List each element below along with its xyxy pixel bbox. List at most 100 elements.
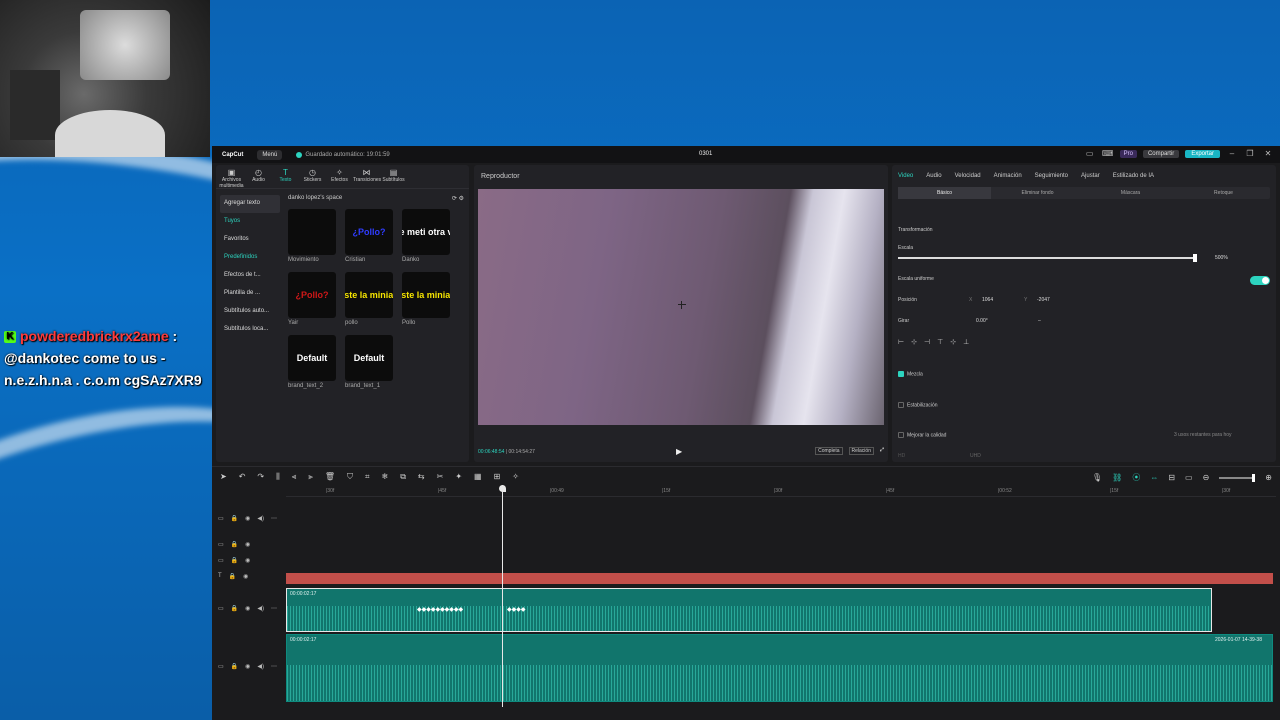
play-icon[interactable]: ▶: [676, 447, 682, 456]
reverse-icon[interactable]: ⇆: [418, 472, 425, 482]
mic-icon[interactable]: 🎙: [1092, 473, 1102, 482]
track-header[interactable]: ▭ 🔒 ◉ ◀) ⋯: [218, 663, 277, 670]
mirror-icon[interactable]: ⧉: [400, 472, 406, 482]
tab-tracking[interactable]: Seguimiento: [1035, 173, 1068, 179]
preset-item[interactable]: Default brand_text_1: [345, 335, 393, 392]
preset-item[interactable]: iste la miniat Pollo: [402, 272, 450, 329]
checkbox-icon[interactable]: [898, 371, 904, 377]
crop-icon[interactable]: ⌗: [365, 472, 370, 482]
tab-adjust[interactable]: Ajustar: [1081, 173, 1100, 179]
export-frame-icon[interactable]: ⊞: [494, 472, 501, 482]
tab-media[interactable]: ▣ Archivos multimedia: [218, 165, 245, 189]
blend-row[interactable]: Mezcla: [898, 371, 923, 377]
time-ruler[interactable]: |30f |45f |00:49 |15f |30f |45f |00:52 |…: [286, 487, 1276, 497]
nav-text-effects[interactable]: Efectos de t...: [220, 267, 280, 285]
layout-icon[interactable]: ▭: [1084, 149, 1096, 158]
export-button[interactable]: Exportar: [1185, 149, 1220, 158]
nav-templates[interactable]: Plantilla de ...: [220, 285, 280, 303]
split-right-icon[interactable]: ⫸: [308, 472, 313, 482]
align-right-icon[interactable]: ⊣: [924, 338, 930, 346]
fullscreen-icon[interactable]: ⤢: [880, 447, 884, 455]
uhd-option[interactable]: UHD: [970, 453, 981, 459]
space-selector[interactable]: danko lopez's space: [288, 195, 342, 209]
nav-favorites[interactable]: Favoritos: [220, 231, 280, 249]
nav-yours[interactable]: Tuyos: [220, 213, 280, 231]
stabilize-row[interactable]: Estabilización: [898, 402, 938, 408]
refresh-icon[interactable]: ⟳ ⚙: [452, 195, 464, 209]
subtab-mask[interactable]: Máscara: [1084, 187, 1177, 199]
tab-text[interactable]: T Texto: [272, 165, 299, 188]
tab-transitions[interactable]: ⋈ Transiciones: [353, 165, 381, 188]
checkbox-icon[interactable]: [898, 402, 904, 408]
tab-prop-audio[interactable]: Audio: [926, 173, 941, 179]
align-middle-icon[interactable]: ⊹: [950, 338, 956, 346]
preview-axis-icon[interactable]: ⇔: [1150, 473, 1158, 482]
ratio-button[interactable]: Relación: [848, 447, 874, 455]
tab-audio[interactable]: ◴ Audio: [245, 165, 272, 188]
menu-button[interactable]: Menú: [257, 149, 283, 160]
preset-item[interactable]: ¿Pollo? Cristian: [345, 209, 393, 266]
enhance-row[interactable]: Mejorar la calidad: [898, 432, 946, 438]
video-clip[interactable]: 00:00:02:17 ◆◆◆◆◆◆◆◆◆◆ ◆◆◆◆: [286, 588, 1212, 632]
tab-video[interactable]: Video: [898, 173, 913, 179]
zoom-slider[interactable]: [1219, 473, 1256, 482]
link-icon[interactable]: ⛓: [1112, 473, 1122, 482]
track-header[interactable]: ▭ 🔒 ◉: [218, 541, 250, 548]
frame-icon[interactable]: ▦: [474, 472, 482, 482]
position-y-input[interactable]: -2047: [1037, 297, 1050, 303]
text-clip[interactable]: [286, 573, 1273, 584]
split-view-icon[interactable]: ⊟: [1168, 473, 1175, 482]
smart-cut-icon[interactable]: ✂: [437, 472, 444, 482]
pro-button[interactable]: Pro: [1119, 149, 1137, 158]
tab-speed[interactable]: Velocidad: [955, 173, 981, 179]
nav-add-text[interactable]: Agregar texto: [220, 195, 280, 213]
scale-slider[interactable]: [898, 254, 1197, 262]
track-header[interactable]: ▭ 🔒 ◉ ◀) ⋯: [218, 515, 277, 522]
snap-icon[interactable]: ⦿: [1132, 472, 1140, 483]
tab-animation[interactable]: Animación: [994, 173, 1022, 179]
align-top-icon[interactable]: ⊤: [937, 338, 943, 346]
freeze-icon[interactable]: ❄: [382, 472, 389, 482]
track-header[interactable]: ▭ 🔒 ◉: [218, 557, 250, 564]
undo-icon[interactable]: ↶: [239, 472, 246, 482]
nav-auto-subtitles[interactable]: Subtítulos auto...: [220, 303, 280, 321]
keyframes[interactable]: ◆◆◆◆◆◆◆◆◆◆: [417, 606, 463, 613]
keyframes[interactable]: ◆◆◆◆: [507, 606, 525, 613]
playhead[interactable]: [499, 485, 506, 707]
close-icon[interactable]: ✕: [1262, 149, 1274, 158]
preset-item[interactable]: Default brand_text_2: [288, 335, 336, 392]
shortcuts-icon[interactable]: ⌨: [1102, 149, 1114, 158]
preset-item[interactable]: iste la miniat pollo: [345, 272, 393, 329]
full-quality-button[interactable]: Completa: [815, 447, 843, 455]
subtab-remove-bg[interactable]: Eliminar fondo: [991, 187, 1084, 199]
subtab-basic[interactable]: Básico: [898, 187, 991, 199]
select-tool-icon[interactable]: ➤: [220, 472, 227, 482]
caption-icon[interactable]: ▭: [1185, 473, 1193, 482]
minimize-icon[interactable]: –: [1226, 149, 1238, 158]
transform-header[interactable]: Transformación: [898, 227, 933, 233]
scale-knob[interactable]: [1193, 254, 1197, 262]
track-header[interactable]: ▭ 🔒 ◉ ◀) ⋯: [218, 605, 277, 612]
split-icon[interactable]: ⫼: [276, 472, 280, 482]
align-center-icon[interactable]: ⊹: [911, 338, 917, 346]
checkbox-icon[interactable]: [898, 432, 904, 438]
preset-item[interactable]: e meti otra v Danko: [402, 209, 450, 266]
align-left-icon[interactable]: ⊢: [898, 338, 904, 346]
shield-icon[interactable]: ⛉: [347, 472, 353, 482]
video-clip[interactable]: 00:00:02:17 2026-01-07 14-39-38: [286, 634, 1273, 702]
preset-item[interactable]: ¿Pollo? Yair: [288, 272, 336, 329]
subtab-retouch[interactable]: Retoque: [1177, 187, 1270, 199]
maximize-icon[interactable]: ❐: [1244, 149, 1256, 158]
tab-ai-style[interactable]: Estilizado de IA: [1113, 173, 1154, 179]
zoom-out-icon[interactable]: ⊖: [1203, 473, 1210, 482]
nav-presets[interactable]: Predefinidos: [220, 249, 280, 267]
hd-option[interactable]: HD: [898, 453, 905, 459]
align-bottom-icon[interactable]: ⊥: [963, 338, 969, 346]
tab-effects[interactable]: ✧ Efectos: [326, 165, 353, 188]
redo-icon[interactable]: ↷: [257, 472, 264, 482]
rotate-input[interactable]: 0.00°: [976, 318, 988, 324]
delete-icon[interactable]: 🗑: [325, 472, 335, 482]
share-button[interactable]: Compartir: [1142, 149, 1180, 158]
tab-stickers[interactable]: ◷ Stickers: [299, 165, 326, 188]
rotate-dash[interactable]: –: [1038, 318, 1041, 324]
